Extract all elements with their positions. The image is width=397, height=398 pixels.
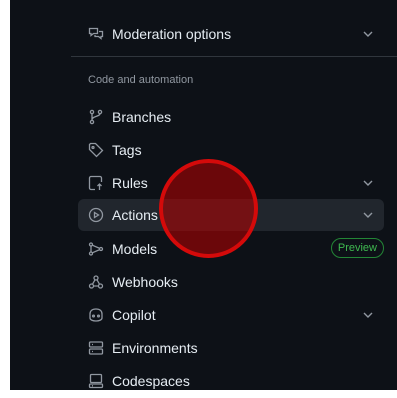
ai-model-icon [88,241,104,257]
play-icon [88,207,104,223]
sidebar-item-label: Environments [112,340,198,356]
sidebar-item-copilot[interactable]: Copilot [78,299,384,331]
sidebar-item-label: Actions [112,207,158,223]
webhook-icon [88,274,104,290]
chevron-down-icon[interactable] [360,207,376,223]
sidebar-item-label: Copilot [112,307,156,323]
section-divider [71,56,397,57]
codespaces-icon [88,373,104,389]
preview-badge: Preview [330,238,384,258]
git-branch-icon [88,109,104,125]
sidebar-item-label: Codespaces [112,373,190,389]
repo-push-icon [88,175,104,191]
sidebar-item-label: Branches [112,109,172,125]
sidebar-item-rules[interactable]: Rules [78,167,384,199]
sidebar-item-webhooks[interactable]: Webhooks [78,266,384,298]
sidebar-item-label: Models [112,241,158,257]
copilot-icon [88,307,104,323]
sidebar-item-label: Moderation options [112,26,232,42]
chevron-down-icon[interactable] [360,26,376,42]
sidebar-item-moderation-options[interactable]: Moderation options [78,18,384,50]
chevron-down-icon[interactable] [360,307,376,323]
section-title: Code and automation [88,74,194,86]
comment-discussion-icon [88,26,104,42]
sidebar-item-branches[interactable]: Branches [78,101,384,133]
sidebar-item-actions[interactable]: Actions [78,199,384,231]
sidebar-item-label: Tags [112,142,142,158]
settings-sidebar: Moderation options Code and automation B… [10,0,397,390]
tag-icon [88,142,104,158]
sidebar-item-label: Rules [112,175,148,191]
sidebar-item-tags[interactable]: Tags [78,134,384,166]
chevron-down-icon[interactable] [360,175,376,191]
sidebar-item-environments[interactable]: Environments [78,332,384,364]
sidebar-item-codespaces[interactable]: Codespaces [78,365,384,390]
sidebar-item-models[interactable]: Models Preview [78,233,384,265]
server-icon [88,340,104,356]
sidebar-item-label: Webhooks [112,274,178,290]
